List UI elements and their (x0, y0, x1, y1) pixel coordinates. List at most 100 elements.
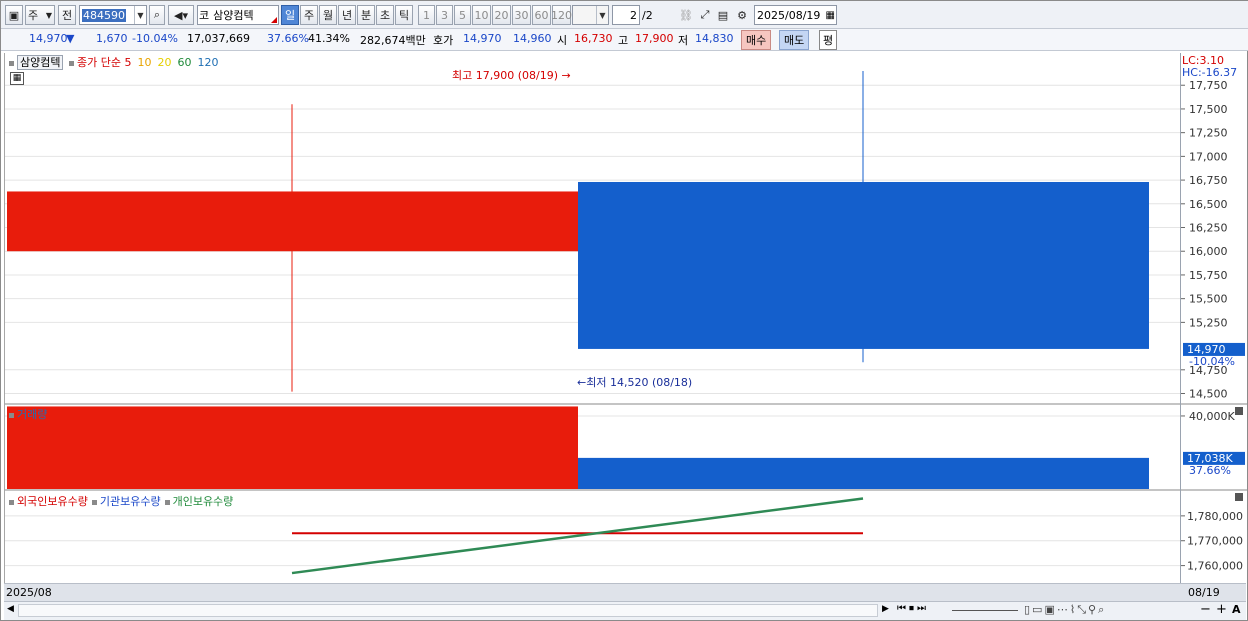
zoom-in-icon[interactable]: + (1216, 602, 1227, 617)
draw-tool-icon[interactable]: ⤢ (696, 5, 714, 25)
page-input[interactable]: 2 (612, 5, 640, 25)
high-price: 17,900 (635, 32, 674, 45)
holding-legend-item[interactable]: 기관보유수량 (100, 495, 161, 508)
code-value: 484590 (82, 8, 126, 22)
volume-bar (578, 457, 1149, 489)
ma-legend-item[interactable]: 120 (197, 56, 218, 69)
ma-legend-item[interactable]: 60 (177, 56, 191, 69)
chain-icon[interactable]: ⛓ (677, 5, 695, 25)
chevron-down-icon: ▼ (45, 10, 52, 20)
tool-icons[interactable]: ▯▭▣⋯⌇⤡⚲⌕ (1024, 603, 1106, 617)
stock-title[interactable]: 삼양컴텍 (17, 55, 64, 70)
buy-button[interactable]: 매수 (741, 30, 772, 50)
chevron-down-icon[interactable]: ▼ (596, 6, 608, 24)
legend-marker (68, 60, 74, 66)
holding-tick-label: 1,780,000 (1187, 510, 1243, 523)
playback-controls-icon[interactable]: ⏮⏹⏭ (897, 603, 929, 614)
arrow-right-icon: → (561, 69, 571, 82)
chart-window: ▣ 주 ▼ 전 484590 ▼ ⌕ ◀▾ 코 삼양컴텍 일주월년분초틱 1351… (0, 0, 1248, 621)
interval-120[interactable]: 120 (551, 5, 572, 25)
scroll-right-icon[interactable]: ▶ (882, 604, 889, 614)
holding-legend-item[interactable]: 외국인보유수량 (17, 495, 88, 508)
code-input[interactable]: 484590 ▼ (79, 5, 147, 25)
stock-name-field[interactable]: 코 삼양컴텍 (197, 5, 279, 25)
volume-legend: 거래량 (9, 406, 47, 422)
current-price: 14,970 (29, 32, 68, 45)
trade-amount: 282,674백만 (360, 34, 426, 47)
y-tick-label: 17,750 (1189, 79, 1228, 92)
scroll-left-icon[interactable]: ◀ (7, 604, 14, 614)
current-pct-text: -10.04% (1189, 355, 1235, 368)
table-view-icon[interactable]: ▦ (10, 72, 24, 85)
zoom-out-icon[interactable]: − (1200, 602, 1211, 617)
interval-buttons: 1 3 5 10 20 30 60 120 (418, 5, 572, 25)
save-icon[interactable]: ▤ (715, 5, 731, 25)
prev-button[interactable]: 전 (58, 5, 76, 25)
gear-icon[interactable]: ⚙ (733, 5, 751, 25)
volume-bar (7, 406, 578, 489)
tab-6[interactable]: 틱 (395, 5, 413, 25)
interval-custom-input[interactable]: ▼ (572, 5, 609, 25)
tab-3[interactable]: 년 (338, 5, 356, 25)
interval-30[interactable]: 30 (512, 5, 531, 25)
pyeong-button[interactable]: 평 (819, 30, 838, 50)
y-tick-label: 15,500 (1189, 293, 1228, 306)
tab-5[interactable]: 초 (376, 5, 394, 25)
corner-marker-icon (271, 17, 277, 23)
font-size-icon[interactable]: A (1232, 603, 1241, 616)
date-input[interactable]: 2025/08/19 ▦ (754, 5, 837, 25)
tab-4[interactable]: 분 (357, 5, 375, 25)
interval-60[interactable]: 60 (532, 5, 551, 25)
open-price: 16,730 (574, 32, 613, 45)
chart-area[interactable]: 삼양컴텍 종가 단순 5 10 20 60 120 ▦ 최고 17,900 (08/19… (4, 53, 1181, 583)
high-annotation: 최고 17,900 (08/19) → (452, 67, 571, 83)
ask-price: 14,970 (463, 32, 502, 45)
scroll-bar[interactable]: ◀ ▶ ⏮⏹⏭ ▯▭▣⋯⌇⤡⚲⌕ − + A (4, 601, 1246, 620)
scroll-track[interactable] (18, 604, 878, 617)
low-note: 최저 14,520 (08/18) (586, 376, 693, 389)
period-label: 주 (28, 9, 39, 22)
sell-button[interactable]: 매도 (779, 30, 810, 50)
interval-10[interactable]: 10 (472, 5, 491, 25)
chevron-down-icon[interactable]: ▼ (134, 6, 146, 24)
legend-marker (9, 499, 14, 505)
legend-marker (164, 499, 170, 505)
high-note: 최고 17,900 (08/19) (452, 69, 559, 82)
y-tick-label: 15,250 (1189, 316, 1228, 329)
price-axis[interactable]: 17,750 17,500 17,250 17,000 16,750 16,500 16,2… (1180, 53, 1247, 583)
window-layout-icon[interactable]: ▣ (5, 5, 23, 25)
ma-legend-item[interactable]: 종가 단순 5 (77, 56, 131, 69)
y-tick-label: 17,000 (1189, 150, 1228, 163)
y-tick-label: 17,500 (1189, 103, 1228, 116)
tab-0[interactable]: 일 (281, 5, 299, 25)
date-axis: 2025/08 08/19 (4, 583, 1246, 601)
legend-marker (9, 412, 14, 418)
low-price: 14,830 (695, 32, 734, 45)
speaker-icon[interactable]: ◀▾ (168, 5, 194, 25)
zoom-slider[interactable] (952, 610, 1018, 611)
quote-strip: 14,970 ▼ 1,670 -10.04% 17,037,669 37.66%… (1, 29, 1248, 51)
ma-legend-item[interactable]: 20 (157, 56, 171, 69)
period-select[interactable]: 주 ▼ (25, 5, 55, 25)
search-icon[interactable]: ⌕ (149, 5, 165, 25)
ma-legend-item[interactable]: 10 (137, 56, 151, 69)
holding-legend-item[interactable]: 개인보유수량 (173, 495, 234, 508)
individual-holding-line (291, 497, 864, 575)
high-label: 고 (618, 34, 629, 47)
tab-2[interactable]: 월 (319, 5, 337, 25)
interval-20[interactable]: 20 (492, 5, 511, 25)
interval-1[interactable]: 1 (418, 5, 435, 25)
interval-5[interactable]: 5 (454, 5, 471, 25)
y-tick-label: 16,000 (1189, 245, 1228, 258)
ratio-value: 41.34% (308, 32, 350, 45)
tab-1[interactable]: 주 (300, 5, 318, 25)
hc-label: HC:-16.37 (1182, 66, 1237, 79)
change-arrow-icon: ▼ (66, 32, 75, 45)
bid-price: 14,960 (513, 32, 552, 45)
legend-marker (9, 60, 14, 66)
ma-legend: 종가 단순 5 10 20 60 120 (77, 56, 224, 69)
calendar-icon[interactable]: ▦ (826, 10, 836, 21)
interval-3[interactable]: 3 (436, 5, 453, 25)
market-label: 코 (199, 9, 210, 22)
volume-title[interactable]: 거래량 (17, 408, 47, 421)
